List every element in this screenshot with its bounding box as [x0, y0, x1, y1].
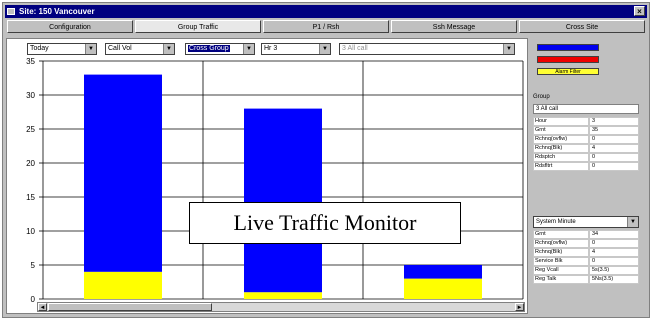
tab-configuration[interactable]: Configuration	[7, 20, 133, 33]
table-row: Rdsptch 0	[533, 153, 639, 162]
y-tick-label: 35	[26, 57, 35, 66]
system-minute-dropdown-value: System Minute	[536, 219, 576, 225]
system-minute-dropdown[interactable]: System Minute ▼	[533, 216, 639, 228]
stat-key: Rchnq(ovflw)	[533, 135, 589, 144]
y-tick-label: 20	[26, 159, 35, 168]
group-label: Group	[533, 94, 550, 100]
stat-value: 0	[589, 257, 639, 266]
scroll-thumb[interactable]	[48, 303, 212, 311]
chevron-down-icon[interactable]: ▼	[319, 44, 330, 54]
stat-value: 4	[589, 248, 639, 257]
stat-key: Rchnq(ovflw)	[533, 239, 589, 248]
stat-value: 0	[589, 162, 639, 171]
y-tick-label: 10	[26, 227, 35, 236]
chevron-down-icon[interactable]: ▼	[163, 44, 174, 54]
stat-key: Rdsptch	[533, 153, 589, 162]
stat-value: 35	[589, 126, 639, 135]
stat-key: Hour	[533, 117, 589, 126]
legend-swatch-red	[537, 56, 599, 63]
horizontal-scrollbar[interactable]: ◄ ►	[37, 302, 525, 312]
info-panel: Alarm Filter Group 3 All call Hour 3 Grnt…	[533, 38, 647, 314]
system-stats-table: Grnt 34 Rchnq(ovflw) 0 Rchnq(Blk) 4 Service…	[533, 230, 639, 290]
y-tick-label: 15	[26, 193, 35, 202]
stat-key: Rchnq(Blk)	[533, 144, 589, 153]
tab-p1-rsh[interactable]: P1 / Rsh	[263, 20, 389, 33]
y-tick-label: 0	[31, 295, 36, 304]
group-dropdown-value: 3 All call	[342, 45, 368, 52]
hour-dropdown-value: Hr 3	[264, 45, 278, 52]
table-row: Grnt 34	[533, 230, 639, 239]
period-dropdown[interactable]: Today ▼	[27, 43, 97, 55]
bar-segment	[84, 74, 162, 272]
legend-swatch-yellow[interactable]: Alarm Filter	[537, 68, 599, 75]
metric-dropdown-value: Call Vol	[108, 45, 132, 52]
bar-segment	[404, 265, 482, 279]
table-row: Grnt 35	[533, 126, 639, 135]
window-icon	[7, 8, 15, 15]
hour-dropdown[interactable]: Hr 3 ▼	[261, 43, 331, 55]
y-tick-label: 30	[26, 91, 35, 100]
tab-cross-site[interactable]: Cross Site	[519, 20, 645, 33]
app-window: Site: 150 Vancouver × Configuration Grou…	[2, 2, 650, 318]
table-row: Rchnq(Blk) 4	[533, 144, 639, 153]
legend-label: Alarm Filter	[555, 69, 581, 75]
bar-segment	[244, 108, 322, 293]
chevron-down-icon[interactable]: ▼	[627, 217, 638, 227]
scroll-left-icon[interactable]: ◄	[38, 303, 47, 311]
table-row: Hour 3	[533, 117, 639, 126]
group-dropdown[interactable]: 3 All call ▼	[339, 43, 515, 55]
overlay-caption: Live Traffic Monitor	[189, 202, 461, 244]
table-row: Rdsfltrt 0	[533, 162, 639, 171]
chevron-down-icon[interactable]: ▼	[503, 44, 514, 54]
table-row: Rchnq(ovflw) 0	[533, 239, 639, 248]
window-title: Site: 150 Vancouver	[19, 7, 95, 16]
stat-key: Reg Vcall	[533, 266, 589, 275]
tab-group-traffic[interactable]: Group Traffic	[135, 20, 261, 33]
title-bar[interactable]: Site: 150 Vancouver ×	[5, 5, 647, 18]
y-tick-label: 25	[26, 125, 35, 134]
stat-key: Grnt	[533, 126, 589, 135]
stat-value: 0	[589, 239, 639, 248]
stat-key: Grnt	[533, 230, 589, 239]
bar-segment	[404, 278, 482, 299]
stat-value: 0	[589, 153, 639, 162]
group-type-dropdown-value: Cross Group	[188, 45, 230, 52]
stat-value: 0	[589, 135, 639, 144]
stat-key: Service Blk	[533, 257, 589, 266]
group-stats-table: Hour 3 Grnt 35 Rchnq(ovflw) 0 Rchnq(Blk) 4 R…	[533, 117, 639, 177]
tab-ssh-message[interactable]: Ssh Message	[391, 20, 517, 33]
close-button[interactable]: ×	[634, 6, 645, 16]
tab-strip: Configuration Group Traffic P1 / Rsh Ssh…	[7, 20, 645, 34]
stat-key: Reg Talk	[533, 275, 589, 284]
group-type-dropdown[interactable]: Cross Group ▼	[185, 43, 255, 55]
bar-segment	[244, 292, 322, 299]
chevron-down-icon[interactable]: ▼	[85, 44, 96, 54]
table-row: Rchnq(ovflw) 0	[533, 135, 639, 144]
stat-key: Rdsfltrt	[533, 162, 589, 171]
y-tick-label: 5	[31, 261, 36, 270]
table-row: Rchnq(Blk) 4	[533, 248, 639, 257]
chart-panel: 0 5 10 15 20 25 30 35 Today ▼ Call Vol ▼ Cross …	[6, 38, 528, 314]
legend-swatch-blue	[537, 44, 599, 51]
bar-chart: 0 5 10 15 20 25 30 35	[26, 57, 524, 304]
metric-dropdown[interactable]: Call Vol ▼	[105, 43, 175, 55]
table-row: Reg Vcall 5s(3.5)	[533, 266, 639, 275]
stat-value: 5Ns(3.5)	[589, 275, 639, 284]
stat-value: 4	[589, 144, 639, 153]
group-value-field: 3 All call	[533, 104, 639, 114]
stat-value: 34	[589, 230, 639, 239]
table-row: Reg Talk 5Ns(3.5)	[533, 275, 639, 284]
scroll-right-icon[interactable]: ►	[515, 303, 524, 311]
stat-value: 3	[589, 117, 639, 126]
table-row: Service Blk 0	[533, 257, 639, 266]
chevron-down-icon[interactable]: ▼	[243, 44, 254, 54]
stat-value: 5s(3.5)	[589, 266, 639, 275]
bar-segment	[84, 271, 162, 299]
stat-key: Rchnq(Blk)	[533, 248, 589, 257]
period-dropdown-value: Today	[30, 45, 49, 52]
